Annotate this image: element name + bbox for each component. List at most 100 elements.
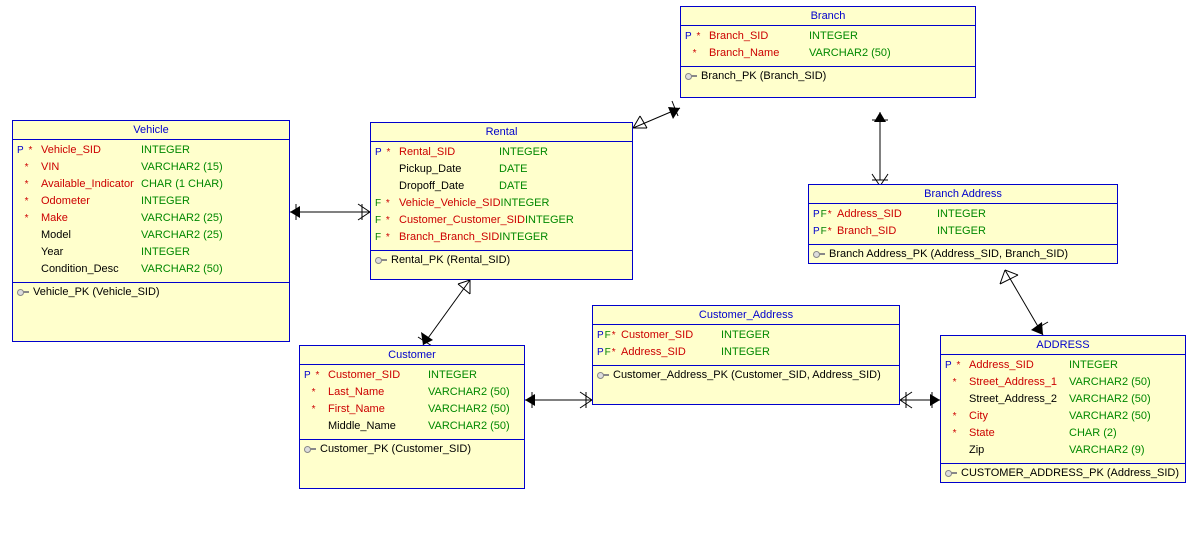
entity-customer[interactable]: Customer P *Customer_SIDINTEGER *Last_Na…: [299, 345, 525, 489]
entity-branch[interactable]: Branch P *Branch_SIDINTEGER *Branch_Name…: [680, 6, 976, 98]
pk-text: Vehicle_PK (Vehicle_SID): [33, 286, 160, 298]
column-type: VARCHAR2 (50): [141, 262, 285, 277]
column-type: VARCHAR2 (50): [428, 419, 520, 434]
column-type: DATE: [499, 179, 628, 194]
column-flags: P *: [685, 29, 709, 44]
column-name: Middle_Name: [328, 419, 428, 434]
column-type: INTEGER: [721, 345, 895, 360]
column-row: F *Branch_Branch_SIDINTEGER: [375, 229, 628, 246]
entity-vehicle[interactable]: Vehicle P *Vehicle_SIDINTEGER *VINVARCHA…: [12, 120, 290, 342]
column-name: Model: [41, 228, 141, 243]
column-row: F *Vehicle_Vehicle_SIDINTEGER: [375, 195, 628, 212]
column-type: CHAR (2): [1069, 426, 1181, 441]
column-type: INTEGER: [499, 145, 628, 160]
key-icon: [597, 371, 609, 379]
entity-address[interactable]: ADDRESS P *Address_SIDINTEGER *Street_Ad…: [940, 335, 1186, 483]
entity-columns: PF*Customer_SIDINTEGERPF*Address_SIDINTE…: [593, 325, 899, 366]
column-flags: PF*: [813, 224, 837, 239]
column-row: Middle_NameVARCHAR2 (50): [304, 418, 520, 435]
entity-title: Customer: [300, 346, 524, 365]
column-flags: [17, 262, 41, 277]
column-flags: F *: [375, 230, 399, 245]
column-type: INTEGER: [428, 368, 520, 383]
column-row: *MakeVARCHAR2 (25): [17, 210, 285, 227]
key-icon: [375, 256, 387, 264]
column-row: Dropoff_DateDATE: [375, 178, 628, 195]
entity-title: Rental: [371, 123, 632, 142]
column-row: ZipVARCHAR2 (9): [945, 442, 1181, 459]
key-icon: [945, 469, 957, 477]
key-icon: [17, 288, 29, 296]
column-type: INTEGER: [937, 207, 1113, 222]
column-type: INTEGER: [1069, 358, 1181, 373]
column-flags: *: [17, 194, 41, 209]
column-flags: P *: [304, 368, 328, 383]
entity-pk: Customer_PK (Customer_SID): [300, 440, 524, 458]
entity-title: Customer_Address: [593, 306, 899, 325]
entity-title: Vehicle: [13, 121, 289, 140]
key-icon: [813, 250, 825, 258]
column-name: Last_Name: [328, 385, 428, 400]
column-name: Condition_Desc: [41, 262, 141, 277]
column-flags: P *: [17, 143, 41, 158]
column-flags: *: [945, 375, 969, 390]
column-flags: P *: [375, 145, 399, 160]
entity-pk: CUSTOMER_ADDRESS_PK (Address_SID): [941, 464, 1185, 482]
column-name: Customer_Customer_SID: [399, 213, 525, 228]
column-flags: *: [685, 46, 709, 61]
entity-customer-address[interactable]: Customer_Address PF*Customer_SIDINTEGERP…: [592, 305, 900, 405]
column-flags: *: [17, 177, 41, 192]
column-row: P *Branch_SIDINTEGER: [685, 28, 971, 45]
column-type: VARCHAR2 (50): [428, 385, 520, 400]
column-row: *VINVARCHAR2 (15): [17, 159, 285, 176]
column-flags: *: [945, 409, 969, 424]
column-name: Branch_Name: [709, 46, 809, 61]
column-name: Address_SID: [837, 207, 937, 222]
column-name: Available_Indicator: [41, 177, 141, 192]
column-flags: F *: [375, 196, 399, 211]
column-row: ModelVARCHAR2 (25): [17, 227, 285, 244]
column-flags: [945, 443, 969, 458]
column-row: *OdometerINTEGER: [17, 193, 285, 210]
entity-columns: P *Address_SIDINTEGER *Street_Address_1V…: [941, 355, 1185, 464]
column-type: VARCHAR2 (50): [428, 402, 520, 417]
column-name: Odometer: [41, 194, 141, 209]
column-row: YearINTEGER: [17, 244, 285, 261]
entity-rental[interactable]: Rental P *Rental_SIDINTEGER Pickup_DateD…: [370, 122, 633, 280]
column-name: Pickup_Date: [399, 162, 499, 177]
entity-title: Branch: [681, 7, 975, 26]
column-type: VARCHAR2 (9): [1069, 443, 1181, 458]
column-flags: PF*: [597, 328, 621, 343]
column-type: VARCHAR2 (50): [1069, 392, 1181, 407]
column-name: Street_Address_1: [969, 375, 1069, 390]
entity-pk: Branch Address_PK (Address_SID, Branch_S…: [809, 245, 1117, 263]
column-row: *Last_NameVARCHAR2 (50): [304, 384, 520, 401]
column-flags: [304, 419, 328, 434]
column-name: Street_Address_2: [969, 392, 1069, 407]
column-flags: PF*: [813, 207, 837, 222]
entity-columns: P *Rental_SIDINTEGER Pickup_DateDATE Dro…: [371, 142, 632, 251]
column-name: Customer_SID: [621, 328, 721, 343]
column-row: *Street_Address_1VARCHAR2 (50): [945, 374, 1181, 391]
column-name: VIN: [41, 160, 141, 175]
column-name: First_Name: [328, 402, 428, 417]
column-row: PF*Address_SIDINTEGER: [813, 206, 1113, 223]
column-type: INTEGER: [141, 194, 285, 209]
column-type: VARCHAR2 (15): [141, 160, 285, 175]
column-name: Dropoff_Date: [399, 179, 499, 194]
entity-pk: Rental_PK (Rental_SID): [371, 251, 632, 269]
key-icon: [304, 445, 316, 453]
column-type: VARCHAR2 (50): [1069, 375, 1181, 390]
entity-title: ADDRESS: [941, 336, 1185, 355]
column-flags: [375, 179, 399, 194]
column-name: Branch_Branch_SID: [399, 230, 499, 245]
entity-branch-address[interactable]: Branch Address PF*Address_SIDINTEGERPF*B…: [808, 184, 1118, 264]
entity-title: Branch Address: [809, 185, 1117, 204]
column-row: P *Vehicle_SIDINTEGER: [17, 142, 285, 159]
pk-text: Branch Address_PK (Address_SID, Branch_S…: [829, 248, 1068, 260]
column-name: Year: [41, 245, 141, 260]
column-type: INTEGER: [721, 328, 895, 343]
entity-columns: PF*Address_SIDINTEGERPF*Branch_SIDINTEGE…: [809, 204, 1117, 245]
pk-text: CUSTOMER_ADDRESS_PK (Address_SID): [961, 467, 1179, 479]
column-flags: *: [17, 160, 41, 175]
